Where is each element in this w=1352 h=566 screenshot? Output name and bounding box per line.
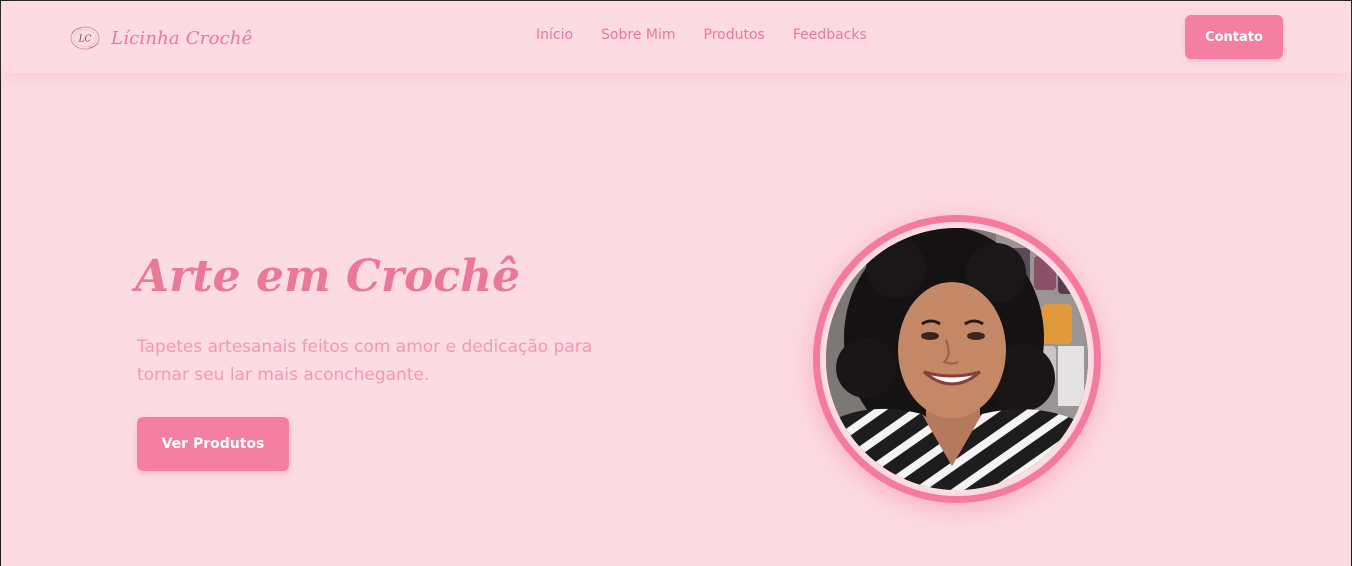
brand-name: Lícinha Crochê <box>111 27 253 49</box>
hero-subtitle: Tapetes artesanais feitos com amor e ded… <box>137 337 593 385</box>
brand[interactable]: LC Lícinha Crochê <box>69 23 253 53</box>
logo-monogram-text: LC <box>78 35 92 45</box>
nav-item-produtos[interactable]: Produtos <box>704 27 765 43</box>
view-products-button[interactable]: Ver Produtos <box>137 417 289 471</box>
profile-photo <box>826 228 1088 490</box>
landing-page: LC Lícinha Crochê Início Sobre Mim Produ… <box>0 0 1352 566</box>
main-nav: Início Sobre Mim Produtos Feedbacks <box>536 27 895 43</box>
hero-title: Arte em Crochê <box>135 251 521 302</box>
contact-button[interactable]: Contato <box>1185 15 1283 59</box>
nav-item-inicio[interactable]: Início <box>536 27 573 43</box>
profile-photo-frame <box>813 215 1101 503</box>
nav-item-feedbacks[interactable]: Feedbacks <box>793 27 867 43</box>
lc-monogram-icon: LC <box>69 23 101 53</box>
site-header: LC Lícinha Crochê Início Sobre Mim Produ… <box>1 1 1351 73</box>
nav-item-sobre-mim[interactable]: Sobre Mim <box>601 27 675 43</box>
